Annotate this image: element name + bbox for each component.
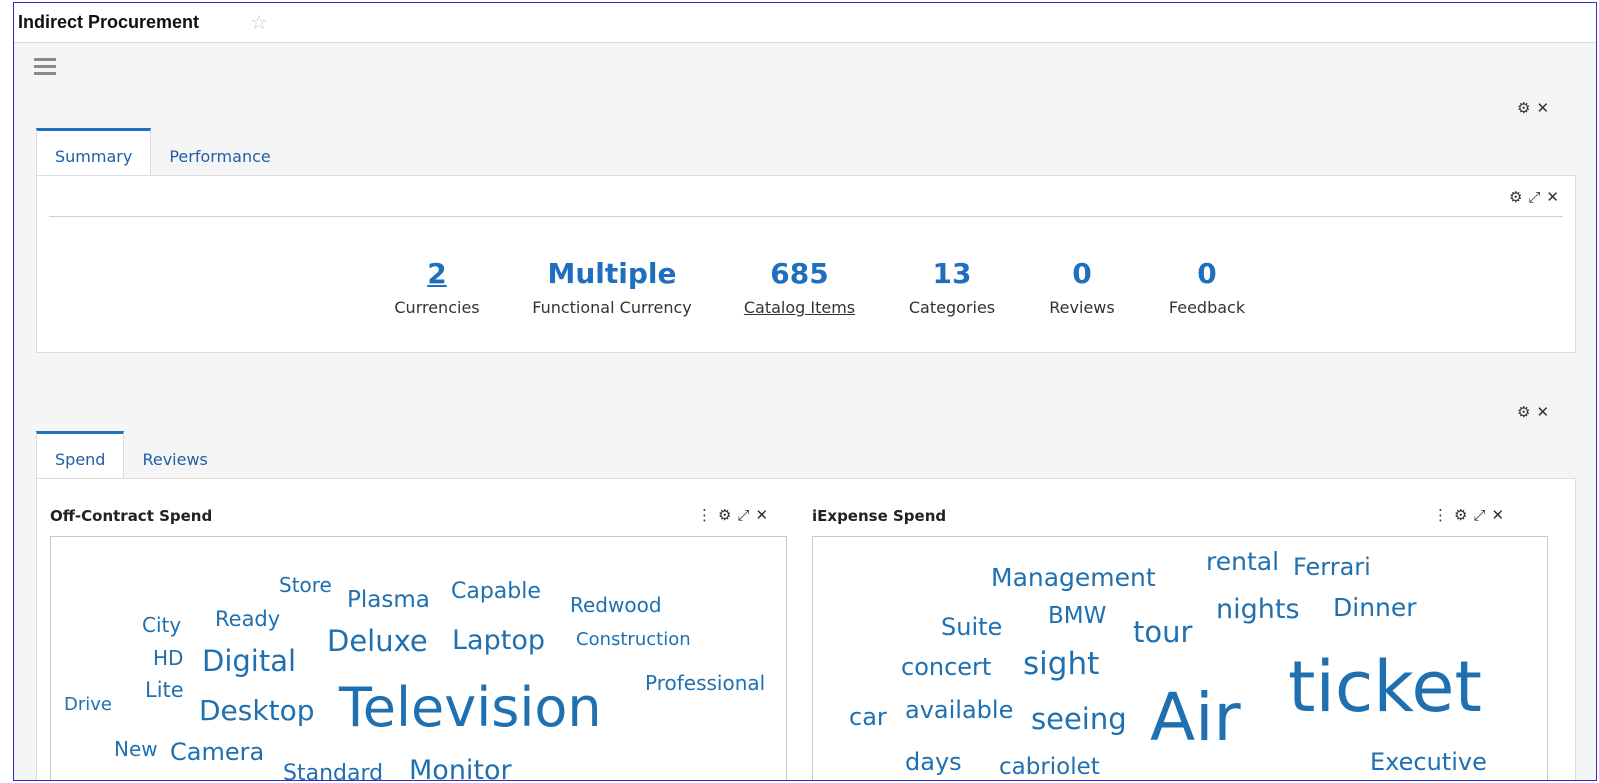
stat-currencies: 2 Currencies [367, 256, 507, 317]
word-cloud-term[interactable]: Professional [645, 673, 765, 693]
iexpense-title: iExpense Spend [812, 507, 947, 525]
functional-currency-value: Multiple [547, 257, 677, 290]
word-cloud-term[interactable]: Television [339, 681, 602, 735]
word-cloud-term[interactable]: Capable [451, 581, 541, 603]
word-cloud-term[interactable]: tour [1133, 618, 1192, 647]
gear-icon[interactable]: ⚙ [1517, 405, 1530, 420]
word-cloud-term[interactable]: Dinner [1333, 595, 1417, 620]
word-cloud-term[interactable]: cabriolet [999, 756, 1100, 779]
word-cloud-term[interactable]: HD [153, 648, 183, 668]
categories-count: 13 [932, 257, 972, 290]
tab-summary[interactable]: Summary [36, 128, 152, 176]
expand-icon[interactable]: ⤢ [1473, 508, 1485, 523]
word-cloud-term[interactable]: Ferrari [1293, 555, 1371, 579]
gear-icon[interactable]: ⚙ [1517, 101, 1530, 116]
feedback-count: 0 [1197, 257, 1217, 290]
word-cloud-term[interactable]: City [142, 615, 181, 635]
kebab-menu-icon[interactable]: ⋮ [1433, 508, 1448, 523]
word-cloud-term[interactable]: Ready [215, 609, 280, 630]
tab-performance[interactable]: Performance [151, 128, 288, 176]
stat-functional-currency: Multiple Functional Currency [507, 256, 717, 317]
word-cloud-term[interactable]: Management [991, 565, 1156, 590]
off-contract-title: Off-Contract Spend [50, 507, 213, 525]
gear-icon[interactable]: ⚙ [1509, 190, 1522, 205]
gear-icon[interactable]: ⚙ [718, 508, 731, 523]
word-cloud-term[interactable]: Digital [202, 647, 296, 676]
off-contract-controls: ⋮ ⚙ ⤢ ✕ [697, 508, 768, 523]
stat-feedback: 0 Feedback [1142, 256, 1272, 317]
word-cloud-term[interactable]: available [905, 698, 1013, 722]
word-cloud-term[interactable]: Redwood [570, 595, 662, 615]
word-cloud-term[interactable]: Camera [170, 740, 264, 764]
word-cloud-term[interactable]: New [114, 739, 158, 759]
iexpense-controls: ⋮ ⚙ ⤢ ✕ [1433, 508, 1504, 523]
word-cloud-term[interactable]: rental [1206, 549, 1279, 574]
tab-spend[interactable]: Spend [36, 431, 125, 479]
stat-reviews: 0 Reviews [1022, 256, 1142, 317]
off-contract-word-cloud: Store Plasma Capable Redwood City Ready … [50, 536, 787, 781]
word-cloud-term[interactable]: Monitor [409, 757, 512, 780]
tab-reviews[interactable]: Reviews [124, 431, 225, 479]
title-bar: Indirect Procurement ☆ [14, 3, 1596, 43]
catalog-items-link[interactable]: Catalog Items [717, 298, 882, 317]
close-icon[interactable]: ✕ [755, 508, 768, 523]
word-cloud-term[interactable]: Lite [145, 680, 184, 701]
feedback-label: Feedback [1168, 298, 1246, 317]
gear-icon[interactable]: ⚙ [1454, 508, 1467, 523]
word-cloud-term[interactable]: Standard [283, 763, 383, 781]
app-frame: Indirect Procurement ☆ ⚙ ✕ Summary Perfo… [13, 2, 1597, 781]
word-cloud-term[interactable]: Drive [64, 696, 112, 714]
page-title: Indirect Procurement [18, 12, 200, 32]
word-cloud-term[interactable]: BMW [1048, 605, 1106, 628]
top-tabs-controls: ⚙ ✕ [1517, 101, 1549, 116]
word-cloud-term[interactable]: Store [279, 575, 332, 595]
word-cloud-term[interactable]: seeing [1031, 705, 1127, 734]
summary-stats: 2 Currencies Multiple Functional Currenc… [367, 256, 1272, 317]
spend-panel: Off-Contract Spend ⋮ ⚙ ⤢ ✕ Store Plasma … [36, 478, 1576, 781]
word-cloud-term[interactable]: Air [1150, 685, 1241, 751]
expand-icon[interactable]: ⤢ [1528, 190, 1540, 205]
favorite-star-icon[interactable]: ☆ [250, 10, 268, 35]
functional-currency-label: Functional Currency [532, 298, 692, 317]
stat-catalog-items: 685 Catalog Items [717, 256, 882, 317]
bottom-tabs-controls: ⚙ ✕ [1517, 405, 1549, 420]
categories-label: Categories [908, 298, 996, 317]
stat-categories: 13 Categories [882, 256, 1022, 317]
word-cloud-term[interactable]: Executive [1370, 750, 1487, 774]
word-cloud-term[interactable]: concert [901, 655, 991, 679]
currencies-label: Currencies [394, 298, 480, 317]
top-tab-bar: Summary Performance [36, 128, 289, 176]
reviews-label: Reviews [1049, 298, 1115, 317]
currencies-count-link[interactable]: 2 [367, 256, 507, 292]
word-cloud-term[interactable]: Suite [941, 615, 1002, 639]
word-cloud-term[interactable]: Desktop [199, 697, 314, 725]
word-cloud-term[interactable]: Construction [576, 631, 691, 649]
word-cloud-term[interactable]: sight [1023, 649, 1099, 680]
word-cloud-term[interactable]: Deluxe [327, 627, 428, 656]
summary-panel: ⚙ ⤢ ✕ 2 Currencies Multiple Functional C… [36, 175, 1576, 353]
close-icon[interactable]: ✕ [1491, 508, 1504, 523]
reviews-count: 0 [1072, 257, 1092, 290]
summary-divider [49, 216, 1563, 217]
word-cloud-term[interactable]: ticket [1288, 652, 1482, 722]
word-cloud-term[interactable]: Plasma [347, 589, 430, 612]
summary-panel-controls: ⚙ ⤢ ✕ [1509, 190, 1559, 205]
bottom-tab-bar: Spend Reviews [36, 431, 226, 479]
catalog-items-count: 685 [770, 257, 829, 290]
close-icon[interactable]: ✕ [1536, 101, 1549, 116]
hamburger-menu-icon[interactable] [34, 58, 58, 78]
close-icon[interactable]: ✕ [1536, 405, 1549, 420]
word-cloud-term[interactable]: nights [1216, 596, 1300, 623]
word-cloud-term[interactable]: Laptop [452, 627, 545, 654]
expand-icon[interactable]: ⤢ [737, 508, 749, 523]
kebab-menu-icon[interactable]: ⋮ [697, 508, 712, 523]
close-icon[interactable]: ✕ [1546, 190, 1559, 205]
iexpense-word-cloud: Management rental Ferrari Suite BMW tour… [812, 536, 1548, 780]
word-cloud-term[interactable]: days [905, 750, 962, 774]
word-cloud-term[interactable]: car [849, 705, 887, 729]
